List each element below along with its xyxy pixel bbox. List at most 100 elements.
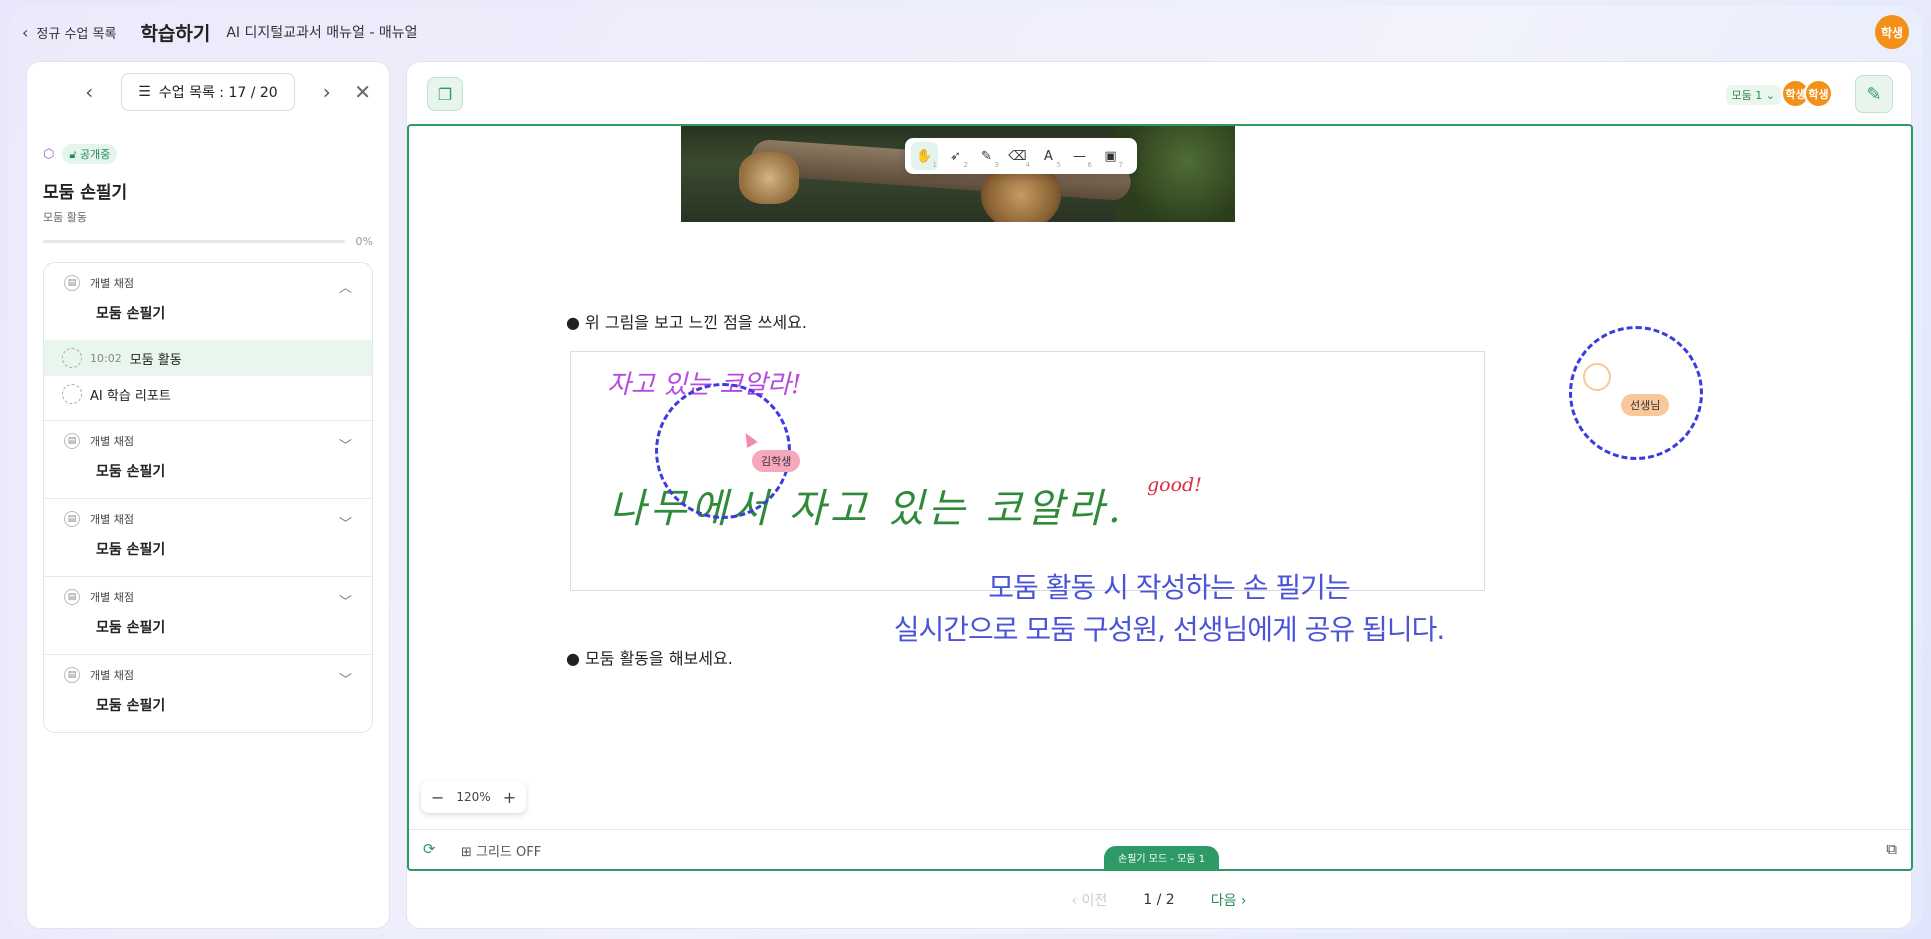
activity-info: ⬡ 🔓︎ 공개중 모둠 손필기 모둠 활동 0%	[27, 122, 389, 248]
zoom-control: − 120% +	[421, 781, 527, 813]
chevron-left-icon: ‹	[22, 22, 29, 42]
grid-toggle[interactable]: ⊞ 그리드 OFF	[461, 841, 541, 860]
drawing-canvas[interactable]: ✋ 1 ➶ 2 ✎ 3 ⌫ 4 A 5—6 ▣ 7 ● 위 그림을 보고 느낀 점을 쓰세요. 자고 …	[407, 124, 1913, 871]
lesson-sidebar: ‹ ☰ 수업 목록 : 17 / 20 › ✕ ⬡ 🔓︎ 공개중 모둠 손필기 …	[26, 61, 390, 929]
layers-button[interactable]: ❐	[427, 77, 463, 111]
chevron-down-icon[interactable]: ﹀	[339, 591, 352, 610]
activity-group: ▤ 개별 채점 모둠 손필기 ﹀	[44, 499, 372, 577]
canvas-footer: ⟳ ⊞ 그리드 OFF 손필기 모드 - 모둠 1 ⧉	[409, 829, 1911, 869]
user-avatar[interactable]: 학생	[1875, 15, 1909, 49]
list-icon: ☰	[138, 84, 151, 100]
eraser-icon[interactable]: ⌫ 4	[1004, 142, 1031, 170]
document-icon: ▤	[64, 433, 80, 449]
hand-icon[interactable]: ✋ 1	[911, 142, 938, 170]
progress: 0%	[43, 235, 373, 248]
group-meta: 개별 채점	[90, 277, 134, 290]
page-indicator: 1 / 2	[1143, 892, 1175, 908]
handwriting-mode-button[interactable]: ✎	[1855, 75, 1893, 113]
question-2: ● 모둠 활동을 해보세요.	[566, 649, 733, 668]
caption-line-1: 모둠 활동 시 작성하는 손 필기는	[988, 571, 1350, 604]
group-name: 모둠 손필기	[96, 542, 166, 558]
teacher-cursor-icon	[1583, 363, 1611, 391]
unlock-icon: 🔓︎	[69, 148, 77, 161]
line-icon[interactable]: —6	[1066, 142, 1093, 170]
chevron-down-icon: ⌄	[1765, 89, 1775, 102]
close-icon[interactable]: ✕	[354, 80, 371, 104]
next-page-button[interactable]: 다음 ›	[1211, 890, 1247, 910]
prev-lesson-button[interactable]: ‹	[75, 80, 103, 104]
activity-groups: ▤ 개별 채점 모둠 손필기 ︿ 10:02 모둠 활동 AI 학습 리포트 ▤…	[43, 262, 373, 733]
prev-page-button[interactable]: ‹ 이전	[1071, 890, 1107, 910]
zoom-level: 120%	[456, 790, 491, 804]
group-name: 모둠 손필기	[96, 306, 166, 322]
group-selector[interactable]: 모둠 1 ⌄	[1725, 85, 1781, 105]
image-icon[interactable]: ▣ 7	[1097, 142, 1124, 170]
item-label: 모둠 활동	[129, 352, 182, 368]
cube-icon: ⬡	[43, 146, 55, 162]
activity-group: ▤ 개별 채점 모둠 손필기 ﹀	[44, 421, 372, 499]
zoom-in-button[interactable]: +	[503, 788, 516, 807]
progress-bar	[43, 240, 345, 243]
teacher-cursor-ring	[1569, 326, 1703, 460]
group-meta: 개별 채점	[90, 513, 134, 526]
document-icon: ▤	[64, 275, 80, 291]
lesson-list-button[interactable]: ☰ 수업 목록 : 17 / 20	[121, 73, 295, 111]
activity-group: ▤ 개별 채점 모둠 손필기 ﹀	[44, 577, 372, 655]
activity-title: 모둠 손필기	[43, 183, 128, 203]
group-header[interactable]: ▤ 개별 채점 모둠 손필기 ﹀	[44, 421, 372, 498]
handwriting-red: good!	[1147, 474, 1202, 496]
mode-badge: 손필기 모드 - 모둠 1	[1104, 846, 1220, 869]
document-icon: ▤	[64, 589, 80, 605]
back-label: 정규 수업 목록	[36, 26, 117, 42]
lesson-nav: ‹ ☰ 수업 목록 : 17 / 20 › ✕	[27, 62, 389, 122]
group-meta: 개별 채점	[90, 435, 134, 448]
layers-icon: ❐	[437, 84, 453, 104]
caption-line-2: 실시간으로 모둠 구성원, 선생님에게 공유 됩니다.	[893, 613, 1446, 646]
group-name: 모둠 손필기	[96, 698, 166, 714]
avatar[interactable]: 학생	[1804, 79, 1833, 108]
grid-icon: ⊞	[461, 845, 472, 860]
zoom-out-button[interactable]: −	[431, 788, 444, 807]
pen-icon[interactable]: ✎ 3	[973, 142, 1000, 170]
group-header[interactable]: ▤ 개별 채점 모둠 손필기 ﹀	[44, 577, 372, 654]
caption: 모둠 활동 시 작성하는 손 필기는 실시간으로 모둠 구성원, 선생님에게 공…	[889, 567, 1449, 651]
status-circle-icon	[62, 348, 82, 368]
chevron-down-icon[interactable]: ﹀	[339, 669, 352, 688]
image-branch-end	[739, 152, 799, 204]
item-label: AI 학습 리포트	[90, 388, 171, 404]
next-lesson-button[interactable]: ›	[313, 80, 341, 104]
item-time: 10:02	[90, 351, 122, 365]
group-header[interactable]: ▤ 개별 채점 모둠 손필기 ﹀	[44, 655, 372, 732]
page-subtitle: AI 디지털교과서 매뉴얼 - 매뉴얼	[226, 25, 418, 41]
group-meta: 개별 채점	[90, 669, 134, 682]
document-icon: ▤	[64, 511, 80, 527]
document-icon: ▤	[64, 667, 80, 683]
workspace: ❐ 모둠 1 ⌄ 학생 학생 ✎ ✋ 1 ➶ 2 ✎ 3 ⌫ 4 A 5—6 ▣ 7 ● 위 그림을 …	[406, 61, 1913, 929]
group-header[interactable]: ▤ 개별 채점 모둠 손필기 ﹀	[44, 499, 372, 576]
chevron-up-icon[interactable]: ︿	[339, 277, 352, 296]
pagination: ‹ 이전 1 / 2 다음 ›	[407, 880, 1911, 920]
activity-group: ▤ 개별 채점 모둠 손필기 ﹀	[44, 655, 372, 732]
public-badge: 🔓︎ 공개중	[62, 144, 118, 164]
top-bar: ‹ 정규 수업 목록 학습하기 AI 디지털교과서 매뉴얼 - 매뉴얼 학생	[22, 12, 1909, 52]
list-item[interactable]: AI 학습 리포트	[44, 376, 372, 412]
chevron-down-icon[interactable]: ﹀	[339, 513, 352, 532]
activity-group: ▤ 개별 채점 모둠 손필기 ︿ 10:02 모둠 활동 AI 학습 리포트	[44, 263, 372, 421]
external-link-icon[interactable]: ⧉	[1886, 840, 1897, 858]
drawing-toolbar: ✋ 1 ➶ 2 ✎ 3 ⌫ 4 A 5—6 ▣ 7	[905, 138, 1137, 174]
question-1: ● 위 그림을 보고 느낀 점을 쓰세요.	[566, 313, 807, 332]
list-item[interactable]: 10:02 모둠 활동	[44, 340, 372, 376]
participant-avatars: 학생 학생	[1781, 79, 1833, 108]
group-name: 모둠 손필기	[96, 620, 166, 636]
chevron-down-icon[interactable]: ﹀	[339, 435, 352, 454]
page-title: 학습하기	[140, 22, 211, 45]
group-header[interactable]: ▤ 개별 채점 모둠 손필기 ︿	[44, 263, 372, 340]
text-icon[interactable]: A5	[1035, 142, 1062, 170]
select-icon[interactable]: ➶ 2	[942, 142, 969, 170]
back-link[interactable]: ‹ 정규 수업 목록	[22, 23, 116, 42]
group-meta: 개별 채점	[90, 591, 134, 604]
group-name: 모둠 손필기	[96, 464, 166, 480]
activity-subtitle: 모둠 활동	[43, 211, 87, 224]
sync-icon[interactable]: ⟳	[423, 840, 436, 858]
status-circle-icon	[62, 384, 82, 404]
